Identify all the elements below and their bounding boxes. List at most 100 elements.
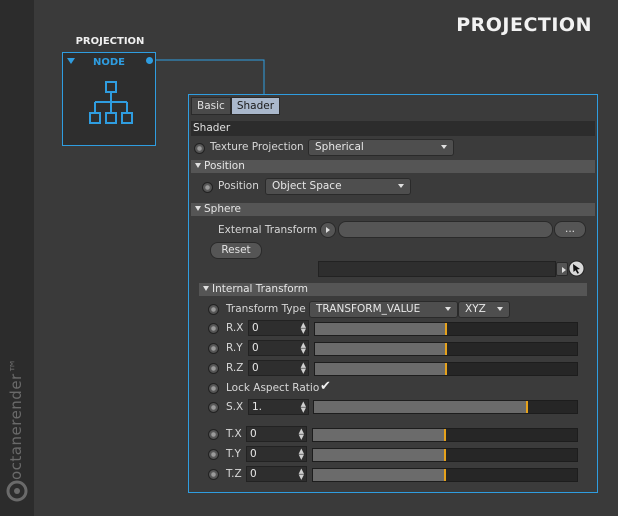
ry-label: R.Y bbox=[226, 342, 243, 354]
sx-slider-fill bbox=[314, 401, 528, 413]
tx-value: 0 bbox=[250, 428, 257, 440]
ty-animate-toggle[interactable] bbox=[208, 449, 219, 460]
tx-number-field[interactable]: 0 ▲ ▼ bbox=[246, 426, 307, 442]
tx-slider-fill bbox=[313, 429, 445, 441]
ry-slider-handle[interactable] bbox=[445, 343, 447, 355]
rx-slider[interactable] bbox=[314, 322, 578, 336]
lock-aspect-label: Lock Aspect Ratio bbox=[226, 382, 320, 394]
tz-slider-fill bbox=[313, 469, 445, 481]
tz-slider-handle[interactable] bbox=[444, 469, 446, 481]
ry-number-field[interactable]: 0 ▲ ▼ bbox=[248, 340, 309, 356]
collapse-triangle-icon bbox=[195, 163, 201, 168]
transform-type-animate-toggle[interactable] bbox=[208, 304, 219, 315]
tx-slider[interactable] bbox=[312, 428, 578, 442]
texture-projection-label: Texture Projection bbox=[210, 141, 304, 153]
group-header-internal-transform[interactable]: Internal Transform bbox=[199, 283, 587, 296]
chevron-down-icon bbox=[398, 184, 404, 188]
tx-stepper-icon[interactable]: ▲ ▼ bbox=[299, 428, 304, 441]
rz-label: R.Z bbox=[226, 362, 244, 374]
sx-slider-handle[interactable] bbox=[526, 401, 529, 413]
sx-number-field[interactable]: 1. ▲ ▼ bbox=[248, 399, 309, 415]
lock-aspect-animate-toggle[interactable] bbox=[208, 383, 219, 394]
link-target-arrow-button[interactable] bbox=[556, 262, 568, 276]
group-header-sphere[interactable]: Sphere bbox=[191, 203, 595, 216]
reset-button[interactable]: Reset bbox=[210, 242, 262, 259]
collapse-triangle-icon bbox=[203, 286, 209, 291]
ty-value: 0 bbox=[250, 448, 257, 460]
rz-number-field[interactable]: 0 ▲ ▼ bbox=[248, 360, 309, 376]
chevron-down-icon bbox=[445, 307, 451, 311]
tab-bar: Basic Shader bbox=[191, 97, 281, 115]
ry-value: 0 bbox=[252, 342, 259, 354]
transform-type-label: Transform Type bbox=[226, 303, 306, 315]
group-header-label: Internal Transform bbox=[212, 283, 309, 295]
tz-value: 0 bbox=[250, 468, 257, 480]
external-transform-field[interactable] bbox=[338, 221, 553, 238]
ty-label: T.Y bbox=[226, 448, 241, 460]
texture-projection-animate-toggle[interactable] bbox=[194, 143, 205, 154]
rotation-order-dropdown[interactable]: XYZ bbox=[458, 301, 510, 318]
group-header-label: Position bbox=[204, 160, 245, 172]
tz-stepper-icon[interactable]: ▲ ▼ bbox=[299, 468, 304, 481]
position-animate-toggle[interactable] bbox=[202, 182, 213, 193]
external-transform-browse-button[interactable]: ... bbox=[554, 221, 586, 238]
rx-value: 0 bbox=[252, 322, 259, 334]
link-target-field[interactable] bbox=[318, 261, 556, 277]
sx-slider[interactable] bbox=[313, 400, 578, 414]
tz-number-field[interactable]: 0 ▲ ▼ bbox=[246, 466, 307, 482]
node-label: NODE bbox=[92, 57, 125, 68]
attribute-panel: Basic Shader Shader Texture Projection S… bbox=[188, 94, 598, 493]
rx-stepper-icon[interactable]: ▲ ▼ bbox=[301, 322, 306, 335]
tx-label: T.X bbox=[226, 428, 242, 440]
lock-aspect-checkbox[interactable]: ✔ bbox=[320, 379, 331, 394]
tz-animate-toggle[interactable] bbox=[208, 469, 219, 480]
rx-label: R.X bbox=[226, 322, 244, 334]
position-value: Object Space bbox=[272, 180, 342, 192]
tab-shader[interactable]: Shader bbox=[230, 97, 281, 115]
node-output-port[interactable] bbox=[146, 57, 153, 64]
chevron-down-icon bbox=[497, 307, 503, 311]
rz-value: 0 bbox=[252, 362, 259, 374]
chevron-down-icon bbox=[441, 145, 447, 149]
tz-label: T.Z bbox=[226, 468, 242, 480]
ty-number-field[interactable]: 0 ▲ ▼ bbox=[246, 446, 307, 462]
tx-slider-handle[interactable] bbox=[444, 429, 446, 441]
texture-projection-value: Spherical bbox=[315, 141, 364, 153]
pick-cursor-icon[interactable] bbox=[568, 260, 585, 277]
ry-slider[interactable] bbox=[314, 342, 578, 356]
transform-type-value: TRANSFORM_VALUE bbox=[316, 303, 421, 315]
position-dropdown[interactable]: Object Space bbox=[265, 178, 411, 195]
projection-node[interactable]: NODE bbox=[62, 52, 156, 146]
hierarchy-icon bbox=[89, 81, 133, 124]
ry-slider-fill bbox=[315, 343, 446, 355]
tz-slider[interactable] bbox=[312, 468, 578, 482]
collapse-triangle-icon bbox=[195, 206, 201, 211]
rx-animate-toggle[interactable] bbox=[208, 323, 219, 334]
rz-slider-fill bbox=[315, 363, 446, 375]
ty-stepper-icon[interactable]: ▲ ▼ bbox=[299, 448, 304, 461]
group-header-label: Sphere bbox=[204, 203, 241, 215]
texture-projection-dropdown[interactable]: Spherical bbox=[308, 139, 454, 156]
rx-number-field[interactable]: 0 ▲ ▼ bbox=[248, 320, 309, 336]
external-transform-link-button[interactable] bbox=[320, 222, 336, 238]
node-caption: PROJECTION bbox=[75, 36, 145, 47]
sx-animate-toggle[interactable] bbox=[208, 402, 219, 413]
ry-animate-toggle[interactable] bbox=[208, 343, 219, 354]
transform-type-dropdown[interactable]: TRANSFORM_VALUE bbox=[309, 301, 458, 318]
sx-value: 1. bbox=[252, 401, 263, 413]
section-title-shader: Shader bbox=[191, 121, 595, 136]
rz-stepper-icon[interactable]: ▲ ▼ bbox=[301, 362, 306, 375]
ty-slider-handle[interactable] bbox=[444, 449, 446, 461]
ry-stepper-icon[interactable]: ▲ ▼ bbox=[301, 342, 306, 355]
rz-animate-toggle[interactable] bbox=[208, 363, 219, 374]
tab-basic[interactable]: Basic bbox=[191, 97, 231, 115]
tx-animate-toggle[interactable] bbox=[208, 429, 219, 440]
rz-slider[interactable] bbox=[314, 362, 578, 376]
sx-stepper-icon[interactable]: ▲ ▼ bbox=[301, 401, 306, 414]
rx-slider-handle[interactable] bbox=[445, 323, 447, 335]
ty-slider-fill bbox=[313, 449, 445, 461]
sx-label: S.X bbox=[226, 401, 244, 413]
rz-slider-handle[interactable] bbox=[445, 363, 447, 375]
group-header-position[interactable]: Position bbox=[191, 160, 595, 173]
ty-slider[interactable] bbox=[312, 448, 578, 462]
